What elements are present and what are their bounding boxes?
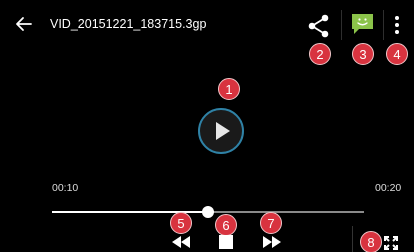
elapsed-time: 00:10	[52, 182, 79, 194]
callout-6: 6	[215, 214, 237, 236]
seek-thumb[interactable]	[202, 206, 214, 218]
arrow-left-icon[interactable]	[14, 14, 34, 34]
message-icon[interactable]	[350, 12, 375, 37]
play-button[interactable]	[197, 107, 245, 155]
controls-divider	[352, 226, 353, 252]
callout-8: 8	[360, 231, 382, 252]
top-bar: VID_20151221_183715.3gp	[0, 0, 414, 48]
share-icon[interactable]	[306, 13, 332, 39]
toolbar-divider	[383, 10, 384, 40]
video-title: VID_20151221_183715.3gp	[50, 17, 207, 31]
callout-7: 7	[260, 212, 282, 234]
fullscreen-icon[interactable]	[384, 236, 398, 250]
callout-3: 3	[352, 43, 374, 65]
toolbar-divider	[341, 10, 342, 40]
callout-2: 2	[309, 43, 331, 65]
callout-5: 5	[170, 212, 192, 234]
callout-4: 4	[386, 43, 408, 65]
total-duration: 00:20	[375, 182, 402, 194]
video-player-screen: VID_20151221_183715.3gp 2 3 4 1 00:10 00…	[0, 0, 414, 252]
callout-1: 1	[218, 78, 240, 100]
rewind-icon[interactable]	[172, 236, 190, 248]
fast-forward-icon[interactable]	[263, 236, 281, 248]
more-vert-icon[interactable]	[393, 14, 401, 36]
stop-icon[interactable]	[219, 235, 233, 249]
